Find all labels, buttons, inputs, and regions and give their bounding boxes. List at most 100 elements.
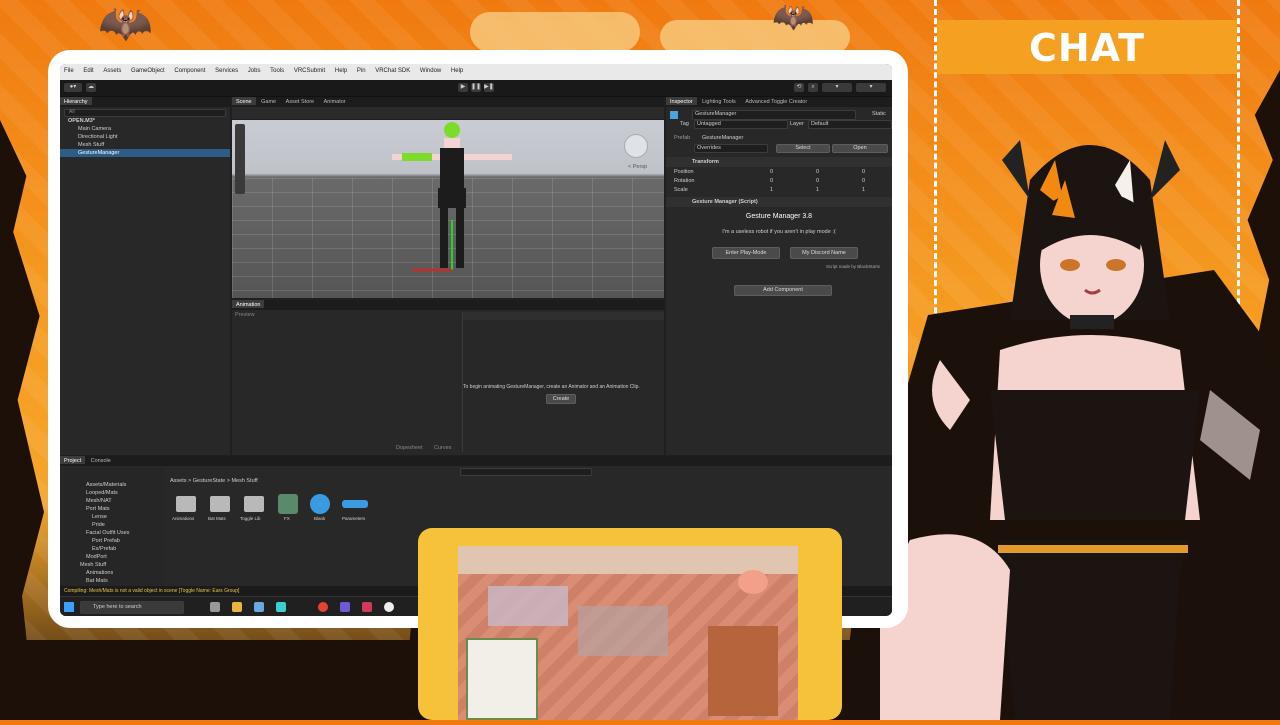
hierarchy-search-input[interactable]: All xyxy=(64,109,226,117)
tab-animator[interactable]: Animator xyxy=(320,97,350,105)
project-tree-item[interactable]: Port Prefab xyxy=(92,538,120,544)
layer-dropdown[interactable]: Default xyxy=(808,120,892,129)
project-breadcrumb[interactable]: Assets > GestureState > Mesh Stuff xyxy=(170,478,258,484)
menu-item[interactable]: Jobs xyxy=(248,68,261,74)
prefab-cube-icon xyxy=(670,111,678,119)
folder-icon[interactable] xyxy=(176,496,196,512)
static-checkbox[interactable]: Static xyxy=(872,111,886,117)
menu-item[interactable]: Component xyxy=(174,68,205,74)
tab-hierarchy[interactable]: Hierarchy xyxy=(60,97,92,105)
tab-dopesheet[interactable]: Dopesheet xyxy=(396,445,423,451)
folder-icon[interactable] xyxy=(210,496,230,512)
hierarchy-item[interactable]: Mesh Stuff xyxy=(78,142,104,148)
persp-label[interactable]: < Persp xyxy=(628,164,647,170)
menu-item[interactable]: Services xyxy=(215,68,238,74)
step-button[interactable]: ▶❚ xyxy=(484,83,494,92)
menu-item[interactable]: Pin xyxy=(357,68,366,74)
position-z-field[interactable]: 0 xyxy=(862,169,865,175)
taskbar-app-icon[interactable] xyxy=(276,602,286,612)
project-search-input[interactable] xyxy=(460,468,592,476)
folder-icon[interactable] xyxy=(244,496,264,512)
history-icon[interactable]: ⟲ xyxy=(794,83,804,92)
project-tree-item[interactable]: ModPort xyxy=(86,554,107,560)
menu-item[interactable]: Window xyxy=(420,68,441,74)
windows-start-icon[interactable] xyxy=(64,602,74,612)
sphere-asset-icon[interactable] xyxy=(310,494,330,514)
search-icon[interactable]: ⌕ xyxy=(808,83,818,92)
rotation-y-field[interactable]: 0 xyxy=(816,178,819,184)
project-tree-item[interactable]: Animations xyxy=(86,570,113,576)
menu-item[interactable]: VRChat SDK xyxy=(375,68,410,74)
tab-curves[interactable]: Curves xyxy=(434,445,451,451)
scale-y-field[interactable]: 1 xyxy=(816,187,819,193)
rotation-z-field[interactable]: 0 xyxy=(862,178,865,184)
animator-controller-icon[interactable] xyxy=(278,494,298,514)
taskbar-search-input[interactable]: Type here to search xyxy=(80,601,184,614)
menu-item[interactable]: GameObject xyxy=(131,68,165,74)
project-tree-item[interactable]: Facial Outfit Uses xyxy=(86,530,129,536)
menu-item[interactable]: File xyxy=(64,68,74,74)
status-message[interactable]: Compiling: Mesh/Mats is not a valid obje… xyxy=(64,588,239,594)
create-animation-button[interactable]: Create xyxy=(546,394,576,404)
menu-item[interactable]: VRCSubmit xyxy=(294,68,325,74)
project-tree-item[interactable]: Mesh/NAT xyxy=(86,498,112,504)
scale-x-field[interactable]: 1 xyxy=(770,187,773,193)
tab-lighting-tools[interactable]: Lighting Tools xyxy=(698,97,740,105)
hierarchy-item-selected[interactable]: GestureManager xyxy=(78,150,119,156)
rotation-x-field[interactable]: 0 xyxy=(770,178,773,184)
scale-z-field[interactable]: 1 xyxy=(862,187,865,193)
pause-button[interactable]: ❚❚ xyxy=(471,83,481,92)
project-tree-item[interactable]: Pride xyxy=(92,522,105,528)
taskbar-app-icon[interactable] xyxy=(362,602,372,612)
taskbar-app-icon[interactable] xyxy=(232,602,242,612)
account-button[interactable]: ●▾ xyxy=(64,83,82,92)
project-tree-item[interactable]: Lense xyxy=(92,514,107,520)
position-y-field[interactable]: 0 xyxy=(816,169,819,175)
layout-dropdown[interactable]: ▾ xyxy=(856,83,886,92)
add-component-button[interactable]: Add Component xyxy=(734,285,832,296)
tab-asset-store[interactable]: Asset Store xyxy=(282,97,318,105)
tab-game[interactable]: Game xyxy=(257,97,280,105)
hierarchy-item-scene[interactable]: OPEN.M3* xyxy=(68,118,95,124)
menu-item[interactable]: Edit xyxy=(83,68,93,74)
tab-project[interactable]: Project xyxy=(60,456,86,464)
menu-item[interactable]: Assets xyxy=(103,68,121,74)
preview-toggle[interactable]: Preview xyxy=(235,312,255,318)
taskbar-app-icon[interactable] xyxy=(340,602,350,612)
discord-name-button[interactable]: My Discord Name xyxy=(790,247,858,259)
project-tree-item[interactable]: Bat Mats xyxy=(86,578,108,584)
layer-label: Layer xyxy=(790,121,804,127)
parameters-asset-icon[interactable] xyxy=(342,500,368,508)
scene-viewport[interactable]: < Persp xyxy=(232,120,664,298)
taskbar-app-icon[interactable] xyxy=(254,602,264,612)
menu-item[interactable]: Tools xyxy=(270,68,284,74)
project-tree-item[interactable]: Assets/Materials xyxy=(86,482,126,488)
tab-inspector[interactable]: Inspector xyxy=(666,97,697,105)
menu-item[interactable]: Help xyxy=(451,68,463,74)
open-prefab-button[interactable]: Open xyxy=(832,144,888,153)
project-tree-item[interactable]: Port Mats xyxy=(86,506,110,512)
tag-dropdown[interactable]: Untagged xyxy=(694,120,788,129)
project-tree-item[interactable]: Ex/Prefab xyxy=(92,546,116,552)
layers-dropdown[interactable]: ▾ xyxy=(822,83,852,92)
tab-console[interactable]: Console xyxy=(87,456,115,464)
cloud-icon[interactable]: ☁ xyxy=(86,83,96,92)
obs-icon[interactable] xyxy=(384,602,394,612)
project-tree-item[interactable]: Looped/Mats xyxy=(86,490,118,496)
taskbar-app-icon[interactable] xyxy=(210,602,220,612)
select-prefab-button[interactable]: Select xyxy=(776,144,830,153)
hierarchy-item[interactable]: Directional Light xyxy=(78,134,117,140)
scene-gizmo[interactable] xyxy=(624,134,648,158)
tab-toggle-creator[interactable]: Advanced Toggle Creator xyxy=(741,97,811,105)
chrome-icon[interactable] xyxy=(318,602,328,612)
enter-play-mode-button[interactable]: Enter Play-Mode xyxy=(712,247,780,259)
project-tree-item[interactable]: Mesh Stuff xyxy=(80,562,106,568)
tab-scene[interactable]: Scene xyxy=(232,97,256,105)
object-name-field[interactable]: GestureManager xyxy=(692,110,856,120)
overrides-dropdown[interactable]: Overrides xyxy=(694,144,768,153)
play-button[interactable]: ▶ xyxy=(458,83,468,92)
menu-item[interactable]: Help xyxy=(335,68,347,74)
position-x-field[interactable]: 0 xyxy=(770,169,773,175)
hierarchy-item[interactable]: Main Camera xyxy=(78,126,111,132)
tab-animation[interactable]: Animation xyxy=(232,300,265,308)
